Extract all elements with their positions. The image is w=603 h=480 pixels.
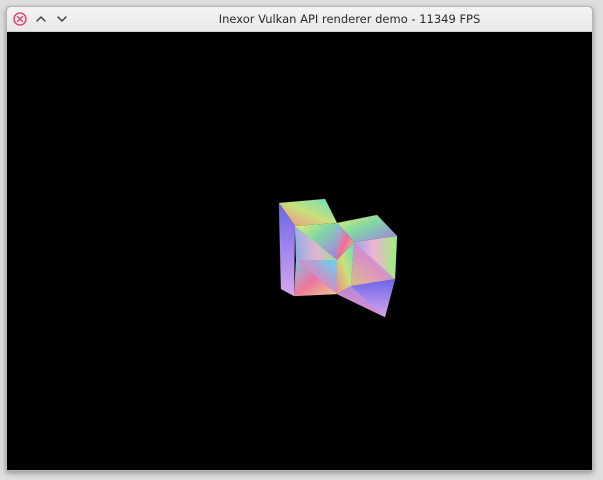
rendered-cube-model (278, 198, 398, 318)
close-icon (13, 12, 27, 26)
maximize-button[interactable] (33, 11, 49, 27)
render-viewport[interactable] (7, 32, 592, 470)
chevron-up-icon (36, 16, 46, 22)
minimize-button[interactable] (54, 11, 70, 27)
chevron-down-icon (57, 16, 67, 22)
app-window: Inexor Vulkan API renderer demo - 11349 … (6, 6, 593, 471)
title-bar[interactable]: Inexor Vulkan API renderer demo - 11349 … (7, 7, 592, 32)
close-button[interactable] (12, 11, 28, 27)
window-title: Inexor Vulkan API renderer demo - 11349 … (218, 12, 481, 26)
